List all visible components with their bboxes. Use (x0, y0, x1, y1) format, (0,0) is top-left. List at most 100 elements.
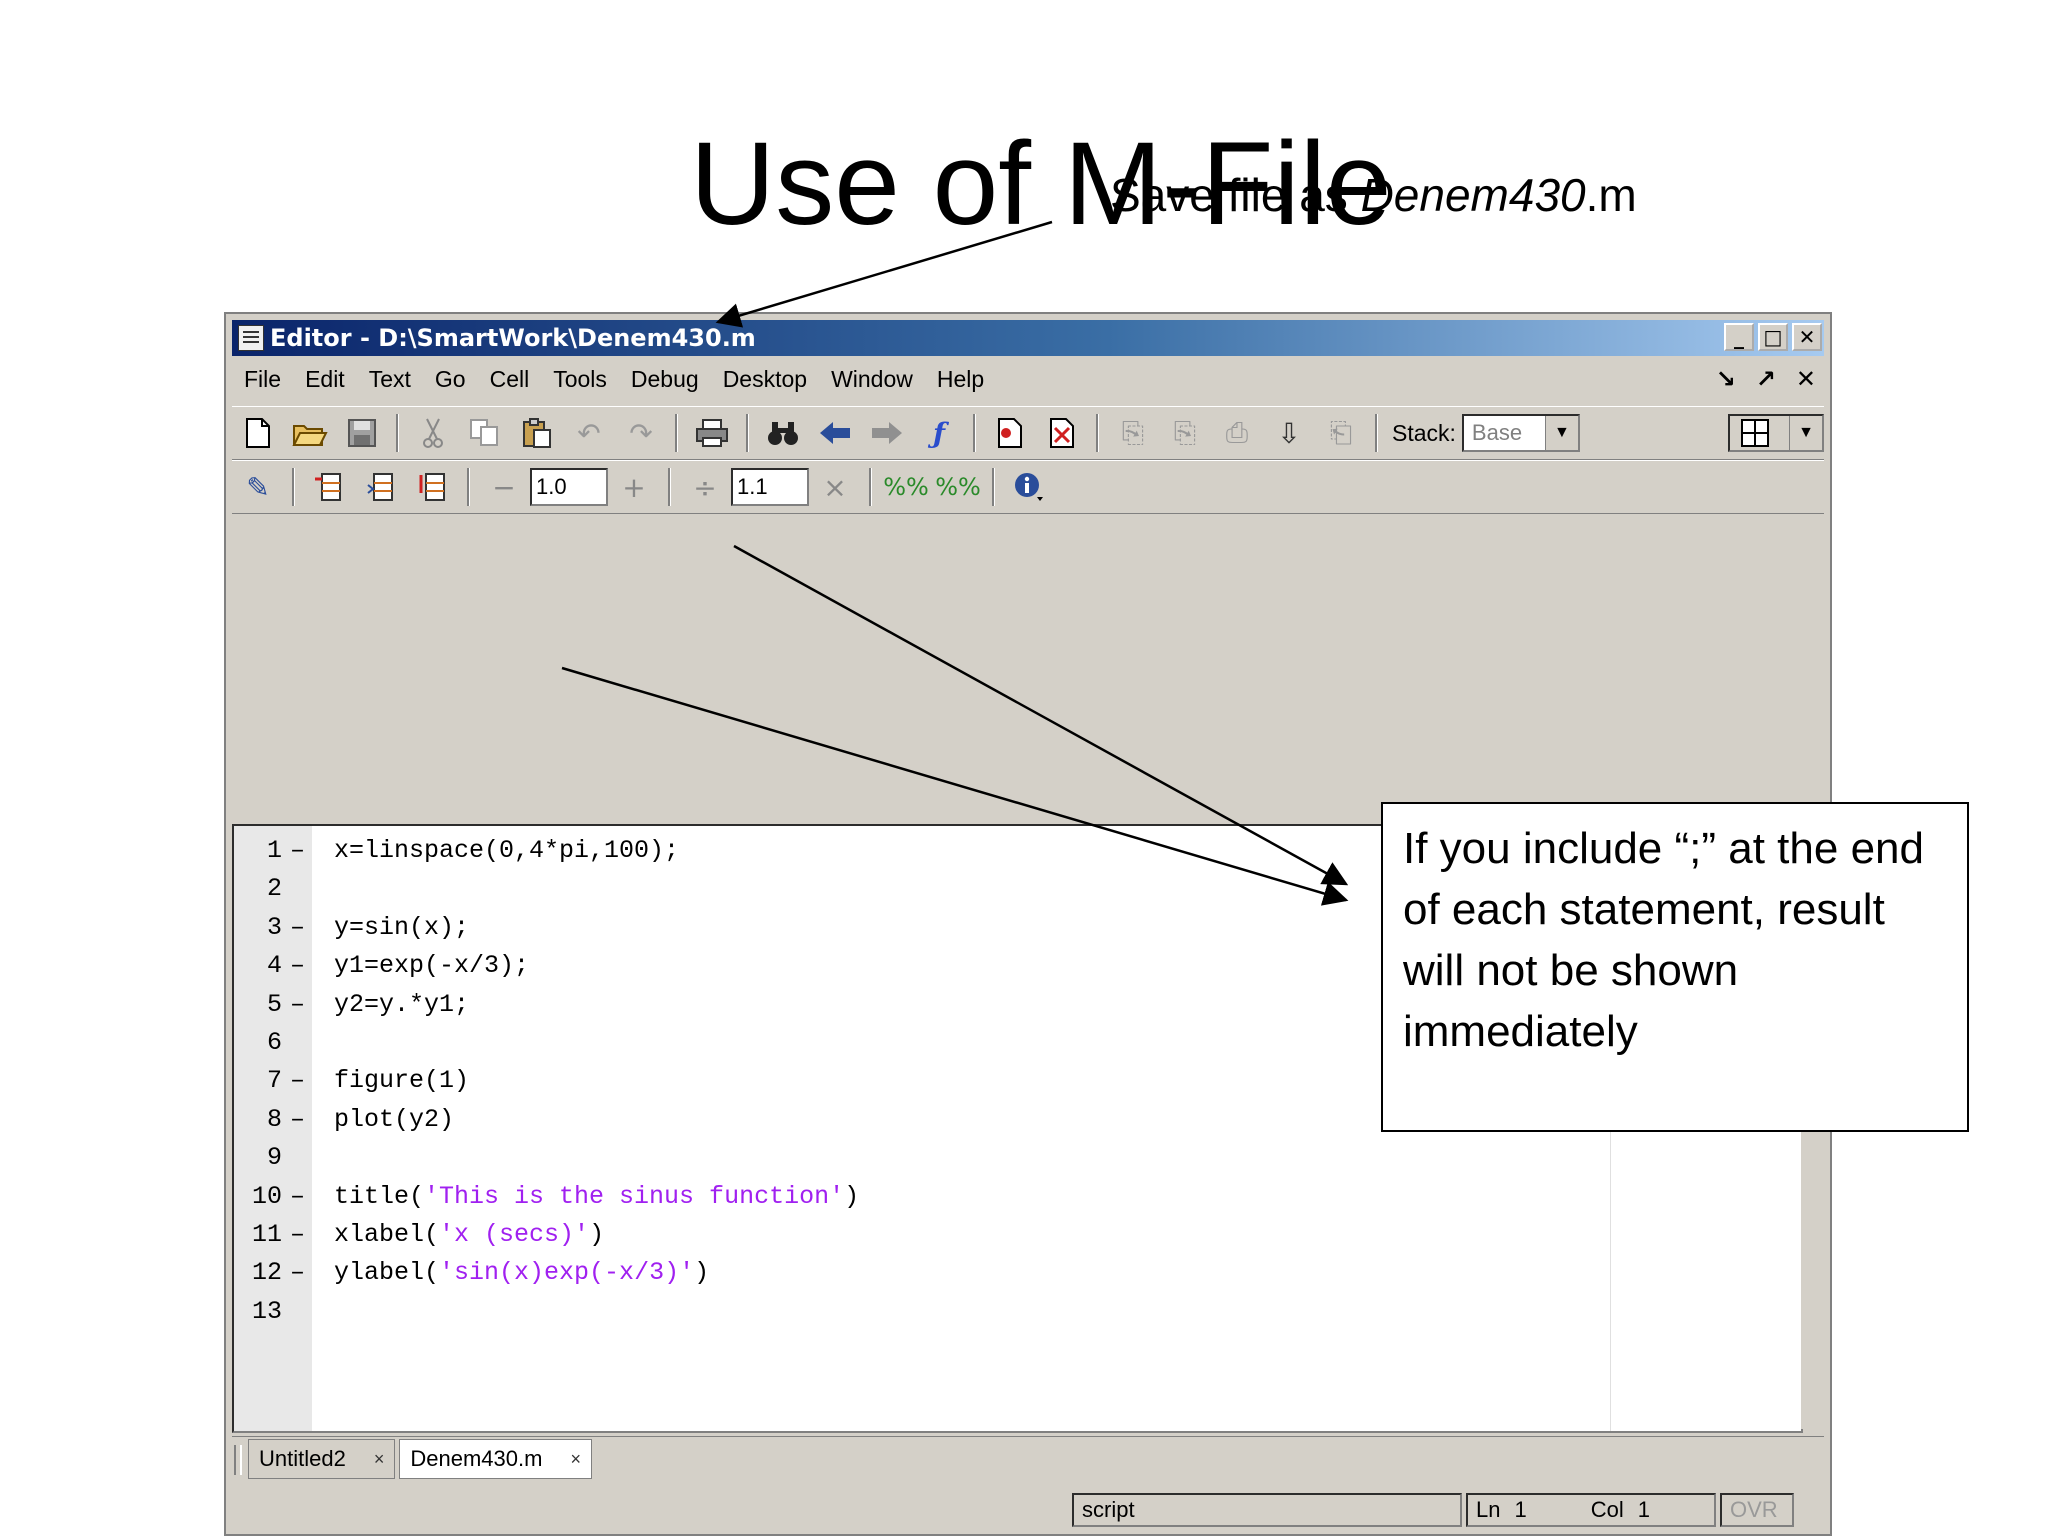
ovr-indicator: OVR (1720, 1493, 1794, 1527)
continue-icon[interactable]: ⇩ (1270, 414, 1308, 452)
save-note: Save file as Denem430.m (1110, 172, 1637, 218)
increment-button[interactable]: + (615, 468, 653, 506)
maximize-button[interactable]: □ (1758, 323, 1788, 351)
menu-tools[interactable]: Tools (541, 366, 619, 393)
status-bar: script Ln 1 Col 1 OVR (232, 1490, 1824, 1530)
cut-icon[interactable] (414, 414, 452, 452)
minimize-button[interactable]: _ (1724, 323, 1754, 351)
tab-untitled2[interactable]: Untitled2 × (248, 1439, 396, 1479)
menu-cell[interactable]: Cell (478, 366, 542, 393)
code-line[interactable]: 11– xlabel('x (secs)') (234, 1216, 1794, 1254)
menu-help[interactable]: Help (925, 366, 996, 393)
menu-bar: File Edit Text Go Cell Tools Debug Deskt… (232, 360, 1824, 398)
menu-desktop[interactable]: Desktop (711, 366, 819, 393)
breakpoint-dash[interactable]: – (290, 947, 305, 985)
exit-debug-icon[interactable]: ⎗ (1322, 414, 1360, 452)
new-file-icon[interactable] (239, 414, 277, 452)
redo-icon[interactable]: ↷ (622, 414, 660, 452)
open-folder-icon[interactable] (291, 414, 329, 452)
print-icon[interactable] (693, 414, 731, 452)
stack-label: Stack: (1392, 419, 1456, 446)
toolbar-separator (396, 414, 399, 452)
breakpoint-dash[interactable]: – (290, 1216, 305, 1254)
cell-value-field-2[interactable]: 1.1 (731, 468, 809, 506)
breakpoint-dash[interactable]: – (290, 909, 305, 947)
breakpoint-dash[interactable]: – (290, 1254, 305, 1292)
copy-icon[interactable] (466, 414, 504, 452)
code-text: ylabel('sin(x)exp(-x/3)') (334, 1254, 709, 1292)
code-token: ) (844, 1181, 860, 1211)
forward-icon[interactable] (868, 414, 906, 452)
step-icon[interactable]: ⎘ (1114, 414, 1152, 452)
eval-cell-icon[interactable] (310, 468, 348, 506)
line-number: 6 (266, 1028, 282, 1057)
code-text: plot(y2) (334, 1101, 454, 1139)
toolbar-separator (467, 468, 470, 506)
window-title: Editor - D:\SmartWork\Denem430.m (270, 324, 756, 352)
clear-breakpoints-icon[interactable] (1043, 414, 1081, 452)
line-number: 3 (266, 912, 282, 942)
menu-edit[interactable]: Edit (293, 366, 357, 393)
toolbar-separator (973, 414, 976, 452)
code-line[interactable]: 10– title('This is the sinus function') (234, 1178, 1794, 1216)
divide-button[interactable]: ÷ (686, 468, 724, 506)
toolbar-separator (292, 468, 295, 506)
tab-denem430[interactable]: Denem430.m × (399, 1439, 592, 1479)
breakpoint-dash[interactable]: – (290, 986, 305, 1024)
menu-window[interactable]: Window (819, 366, 925, 393)
save-icon[interactable] (343, 414, 381, 452)
layout-select[interactable]: ▼ (1728, 414, 1824, 452)
col-value: 1 (1637, 1497, 1650, 1522)
code-line[interactable]: 13 (234, 1293, 1794, 1331)
code-line[interactable]: 12– ylabel('sin(x)exp(-x/3)') (234, 1254, 1794, 1292)
tab-label: Denem430.m (410, 1446, 543, 1471)
cell-value-field-1[interactable]: 1.0 (530, 468, 608, 506)
function-icon[interactable]: ƒ (920, 414, 958, 452)
info-icon[interactable] (1010, 468, 1048, 506)
breakpoint-dash[interactable]: – (290, 1178, 305, 1216)
line-number: 11 (251, 1220, 282, 1249)
line-number: 1 (266, 836, 282, 865)
code-text: figure(1) (334, 1062, 469, 1100)
close-button[interactable]: ✕ (1792, 323, 1822, 351)
remove-cell-divider-icon[interactable]: %% (935, 468, 981, 506)
set-breakpoint-icon[interactable] (991, 414, 1029, 452)
eval-all-icon[interactable] (414, 468, 452, 506)
eval-advance-icon[interactable] (362, 468, 400, 506)
find-icon[interactable] (764, 414, 802, 452)
menu-debug[interactable]: Debug (619, 366, 711, 393)
back-icon[interactable] (816, 414, 854, 452)
chevron-down-icon[interactable]: ▼ (1789, 416, 1822, 450)
breakpoint-dash[interactable]: – (290, 1101, 305, 1139)
save-note-extension: .m (1585, 169, 1637, 221)
undo-icon[interactable]: ↶ (570, 414, 608, 452)
close-doc-icon[interactable]: ✕ (1796, 365, 1816, 393)
breakpoint-dash[interactable]: – (290, 832, 305, 870)
code-token: plot(y2) (334, 1104, 455, 1134)
close-tab-icon[interactable]: × (570, 1449, 581, 1470)
undock-icon[interactable]: ↘ (1716, 365, 1736, 393)
cell-mode-icon[interactable]: ✎ (239, 468, 277, 506)
close-tab-icon[interactable]: × (374, 1449, 385, 1470)
line-number: 7 (266, 1066, 282, 1096)
main-toolbar: ↶ ↷ ƒ ⎘ ⎘ ⎙ ⇩ ⎗ Stack: Base ▼ ▼ (232, 406, 1824, 460)
breakpoint-dash[interactable]: – (290, 1062, 305, 1100)
chevron-down-icon[interactable]: ▼ (1544, 416, 1578, 450)
decrement-button[interactable]: − (485, 468, 523, 506)
menu-text[interactable]: Text (357, 366, 423, 393)
code-token: figure(1) (334, 1066, 470, 1096)
tab-grip[interactable] (234, 1445, 242, 1475)
step-in-icon[interactable]: ⎘ (1166, 414, 1204, 452)
menu-go[interactable]: Go (423, 366, 478, 393)
step-out-icon[interactable]: ⎙ (1218, 414, 1256, 452)
insert-cell-divider-icon[interactable]: %% (883, 468, 929, 506)
title-bar[interactable]: Editor - D:\SmartWork\Denem430.m _ □ ✕ (232, 320, 1824, 356)
menu-file[interactable]: File (232, 366, 293, 393)
code-token: xlabel( (334, 1220, 440, 1249)
stack-select[interactable]: Base ▼ (1461, 414, 1580, 452)
multiply-button[interactable]: × (816, 468, 854, 506)
maximize-doc-icon[interactable]: ↗ (1756, 365, 1776, 393)
paste-icon[interactable] (518, 414, 556, 452)
cell-toolbar: ✎ − 1.0 + ÷ 1.1 × %% %% (232, 460, 1824, 514)
code-line[interactable]: 9 (234, 1139, 1794, 1177)
